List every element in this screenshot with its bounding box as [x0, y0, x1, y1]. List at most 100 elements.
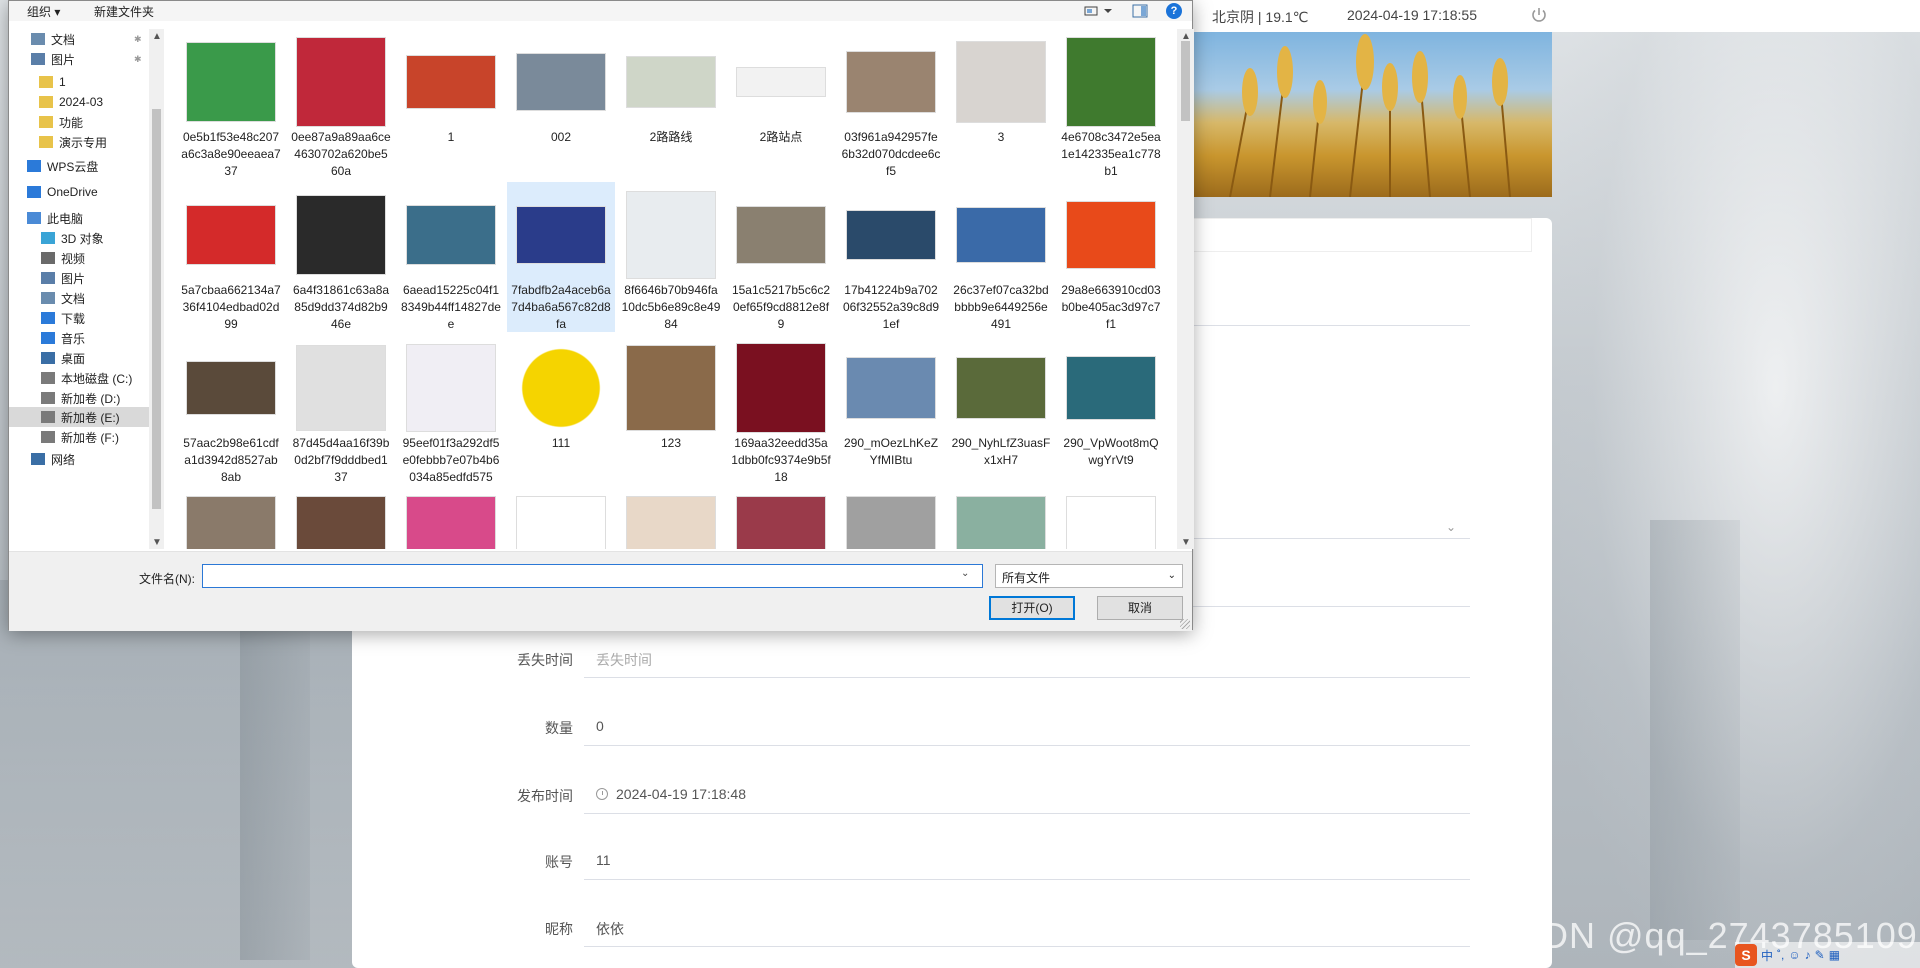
- nav-item[interactable]: 文档 ✱: [9, 29, 149, 49]
- file-item[interactable]: 5a7cbaa662134a736f4104edbad02d99: [177, 182, 285, 332]
- help-icon[interactable]: ?: [1166, 3, 1182, 19]
- navigation-scroll-thumb[interactable]: [152, 109, 161, 509]
- file-grid-scroll-thumb[interactable]: [1181, 41, 1190, 121]
- resize-grip[interactable]: [1180, 619, 1190, 629]
- file-item[interactable]: [507, 488, 615, 549]
- account-input[interactable]: 11: [584, 842, 1470, 880]
- file-item[interactable]: 15a1c5217b5c6c20ef65f9cd8812e8f9: [727, 182, 835, 332]
- folder-icon: [39, 96, 53, 108]
- nav-item[interactable]: 演示专用: [9, 132, 149, 152]
- quantity-input[interactable]: 0: [584, 708, 1470, 746]
- file-type-select[interactable]: 所有文件 ⌄: [995, 564, 1183, 588]
- nav-item[interactable]: 此电脑: [9, 208, 149, 228]
- new-folder-button[interactable]: 新建文件夹: [94, 3, 154, 20]
- scroll-down-icon[interactable]: ▼: [1181, 537, 1191, 548]
- file-item[interactable]: 95eef01f3a292df5e0febbb7e07b4b6034a85edf…: [397, 335, 505, 485]
- file-item[interactable]: 169aa32eedd35a1dbb0fc9374e9b5f18: [727, 335, 835, 485]
- file-item[interactable]: [617, 488, 725, 549]
- file-item[interactable]: 87d45d4aa16f39b0d2bf7f9dddbed137: [287, 335, 395, 485]
- nav-item[interactable]: WPS云盘: [9, 156, 149, 176]
- file-item[interactable]: 26c37ef07ca32bdbbbb9e6449256e491: [947, 182, 1055, 332]
- preview-pane-icon[interactable]: [1132, 4, 1148, 18]
- lost-time-input[interactable]: 丢失时间: [584, 640, 1470, 678]
- nickname-row: 昵称 依依: [500, 909, 1470, 947]
- cancel-button[interactable]: 取消: [1097, 596, 1183, 620]
- file-item[interactable]: 4e6708c3472e5ea1e142335ea1c778b1: [1057, 29, 1165, 179]
- file-item[interactable]: 290_NyhLfZ3uasFx1xH7: [947, 335, 1055, 485]
- navigation-scrollbar[interactable]: [149, 29, 164, 549]
- nav-item[interactable]: 新加卷 (F:): [9, 427, 149, 447]
- organize-button[interactable]: 组织 ▾: [27, 3, 60, 20]
- nav-item[interactable]: OneDrive: [9, 182, 149, 202]
- filename-input[interactable]: [202, 564, 983, 588]
- nav-item-label: 文档: [61, 291, 86, 306]
- sogou-ime-icon[interactable]: S: [1735, 944, 1757, 966]
- power-icon[interactable]: [1530, 6, 1548, 24]
- ime-mode-text[interactable]: 中: [1761, 947, 1773, 964]
- chevron-down-icon[interactable]: ⌄: [1446, 520, 1456, 534]
- nav-item-label: 图片: [61, 271, 86, 286]
- file-item[interactable]: 002: [507, 29, 615, 179]
- file-item[interactable]: 8f6646b70b946fa10dc5b6e89c8e4984: [617, 182, 725, 332]
- file-item[interactable]: 6aead15225c04f18349b44ff14827dee: [397, 182, 505, 332]
- file-item[interactable]: [727, 488, 835, 549]
- nav-item[interactable]: 1: [9, 72, 149, 92]
- nav-item[interactable]: 2024-03: [9, 92, 149, 112]
- nav-item[interactable]: 功能: [9, 112, 149, 132]
- file-item[interactable]: 17b41224b9a70206f32552a39c8d91ef: [837, 182, 945, 332]
- file-thumbnail: [626, 496, 716, 549]
- file-item[interactable]: 0e5b1f53e48c207a6c3a8e90eeaea737: [177, 29, 285, 179]
- nav-item[interactable]: 下载: [9, 308, 149, 328]
- file-item[interactable]: 1: [397, 29, 505, 179]
- pen-icon[interactable]: ✎: [1815, 948, 1825, 962]
- filename-dropdown-icon[interactable]: ⌄: [961, 568, 969, 579]
- file-item[interactable]: 2路路线: [617, 29, 725, 179]
- file-item[interactable]: 29a8e663910cd03b0be405ac3d97c7f1: [1057, 182, 1165, 332]
- file-name: 290_NyhLfZ3uasFx1xH7: [951, 436, 1051, 467]
- microphone-icon[interactable]: ♪: [1805, 948, 1811, 962]
- scroll-down-icon[interactable]: ▼: [152, 537, 162, 548]
- image-thumbnail: [516, 496, 606, 549]
- keyboard-icon[interactable]: ▦: [1829, 948, 1840, 962]
- file-item[interactable]: 7fabdfb2a4aceb6a7d4ba6a567c82d8fa: [507, 182, 615, 332]
- file-item[interactable]: [1057, 488, 1165, 549]
- file-item[interactable]: 2路站点: [727, 29, 835, 179]
- file-item[interactable]: 3: [947, 29, 1055, 179]
- file-item[interactable]: 57aac2b98e61cdfa1d3942d8527ab8ab: [177, 335, 285, 485]
- punctuation-icon[interactable]: ˚,: [1777, 948, 1784, 962]
- file-name: 29a8e663910cd03b0be405ac3d97c7f1: [1061, 283, 1161, 331]
- nav-item[interactable]: 新加卷 (D:): [9, 388, 149, 408]
- nav-item[interactable]: 桌面: [9, 348, 149, 368]
- open-button[interactable]: 打开(O): [989, 596, 1075, 620]
- file-item[interactable]: 03f961a942957fe6b32d070dcdee6cf5: [837, 29, 945, 179]
- nav-item[interactable]: 音乐: [9, 328, 149, 348]
- scroll-up-icon[interactable]: ▲: [152, 31, 162, 42]
- file-item[interactable]: 123: [617, 335, 725, 485]
- file-item[interactable]: 290_mOezLhKeZYfMIBtu: [837, 335, 945, 485]
- emoji-icon[interactable]: ☺: [1788, 948, 1800, 962]
- file-item[interactable]: 290_VpWoot8mQwgYrVt9: [1057, 335, 1165, 485]
- file-item[interactable]: [287, 488, 395, 549]
- publish-time-input[interactable]: 2024-04-19 17:18:48: [584, 776, 1470, 814]
- file-item[interactable]: 0ee87a9a89aa6ce4630702a620be560a: [287, 29, 395, 179]
- file-item[interactable]: [397, 488, 505, 549]
- file-item[interactable]: [947, 488, 1055, 549]
- file-item[interactable]: [177, 488, 285, 549]
- view-options-icon[interactable]: [1084, 5, 1114, 17]
- file-item[interactable]: [837, 488, 945, 549]
- nav-item[interactable]: 图片: [9, 268, 149, 288]
- file-item[interactable]: 6a4f31861c63a8a85d9dd374d82b946e: [287, 182, 395, 332]
- nav-item[interactable]: 新加卷 (E:): [9, 407, 149, 427]
- file-name: 6a4f31861c63a8a85d9dd374d82b946e: [292, 283, 390, 331]
- nickname-input[interactable]: 依依: [584, 909, 1470, 947]
- file-item[interactable]: 111: [507, 335, 615, 485]
- nav-item[interactable]: 网络: [9, 449, 149, 469]
- scroll-up-icon[interactable]: ▲: [1181, 31, 1191, 42]
- nav-item[interactable]: 视频: [9, 248, 149, 268]
- nav-item[interactable]: 本地磁盘 (C:): [9, 368, 149, 388]
- nav-item[interactable]: 文档: [9, 288, 149, 308]
- nav-item[interactable]: 图片 ✱: [9, 49, 149, 69]
- file-thumbnail: [846, 37, 936, 127]
- file-grid-scrollbar[interactable]: [1177, 29, 1194, 549]
- nav-item[interactable]: 3D 对象: [9, 228, 149, 248]
